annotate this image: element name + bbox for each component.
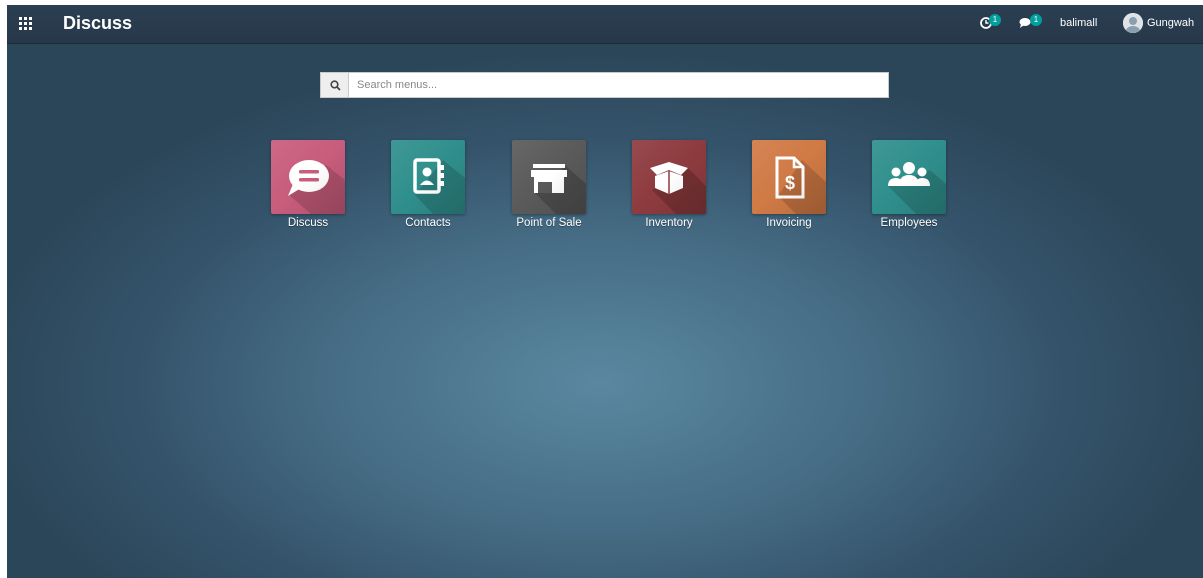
app-icon-tile: $ — [752, 140, 826, 214]
app-menu-grid-icon[interactable] — [19, 17, 32, 30]
app-icon-tile — [872, 140, 946, 214]
app-icon-tile — [391, 140, 465, 214]
search-bar — [320, 72, 889, 98]
search-icon — [330, 80, 341, 91]
app-icon-tile — [271, 140, 345, 214]
app-inventory[interactable]: Inventory — [614, 140, 724, 229]
app-icon-tile — [632, 140, 706, 214]
app-label: Invoicing — [766, 217, 812, 229]
user-menu[interactable]: Gungwah — [1120, 5, 1203, 43]
app-window: Discuss 1 1 balimall Gungwah Search menu… — [7, 5, 1203, 578]
user-avatar-icon — [1123, 13, 1143, 33]
app-label: Discuss — [287, 217, 329, 229]
activity-badge: 1 — [989, 14, 1001, 26]
page-title: Discuss — [63, 13, 133, 33]
app-contacts[interactable]: Contacts — [373, 140, 483, 229]
top-navbar: Discuss 1 1 balimall Gungwah — [7, 5, 1203, 44]
company-switcher[interactable]: balimall — [1060, 17, 1097, 29]
avatar — [1123, 13, 1143, 33]
app-label: Employees — [880, 217, 938, 229]
user-name: Gungwah — [1147, 17, 1195, 29]
app-label: Contacts — [405, 217, 451, 229]
messages-badge: 1 — [1030, 14, 1042, 26]
search-input[interactable] — [349, 72, 889, 98]
app-invoicing[interactable]: $ Invoicing — [734, 140, 844, 229]
app-label: Inventory — [645, 217, 693, 229]
app-employees[interactable]: Employees — [854, 140, 964, 229]
app-discuss[interactable]: Discuss — [253, 140, 363, 229]
app-label: Point of Sale — [516, 217, 582, 229]
app-icon-tile — [512, 140, 586, 214]
app-point-of-sale[interactable]: Point of Sale — [494, 140, 604, 229]
search-button[interactable] — [320, 72, 349, 98]
activity-button[interactable]: 1 — [978, 5, 1008, 43]
messages-button[interactable]: 1 — [1018, 5, 1048, 43]
